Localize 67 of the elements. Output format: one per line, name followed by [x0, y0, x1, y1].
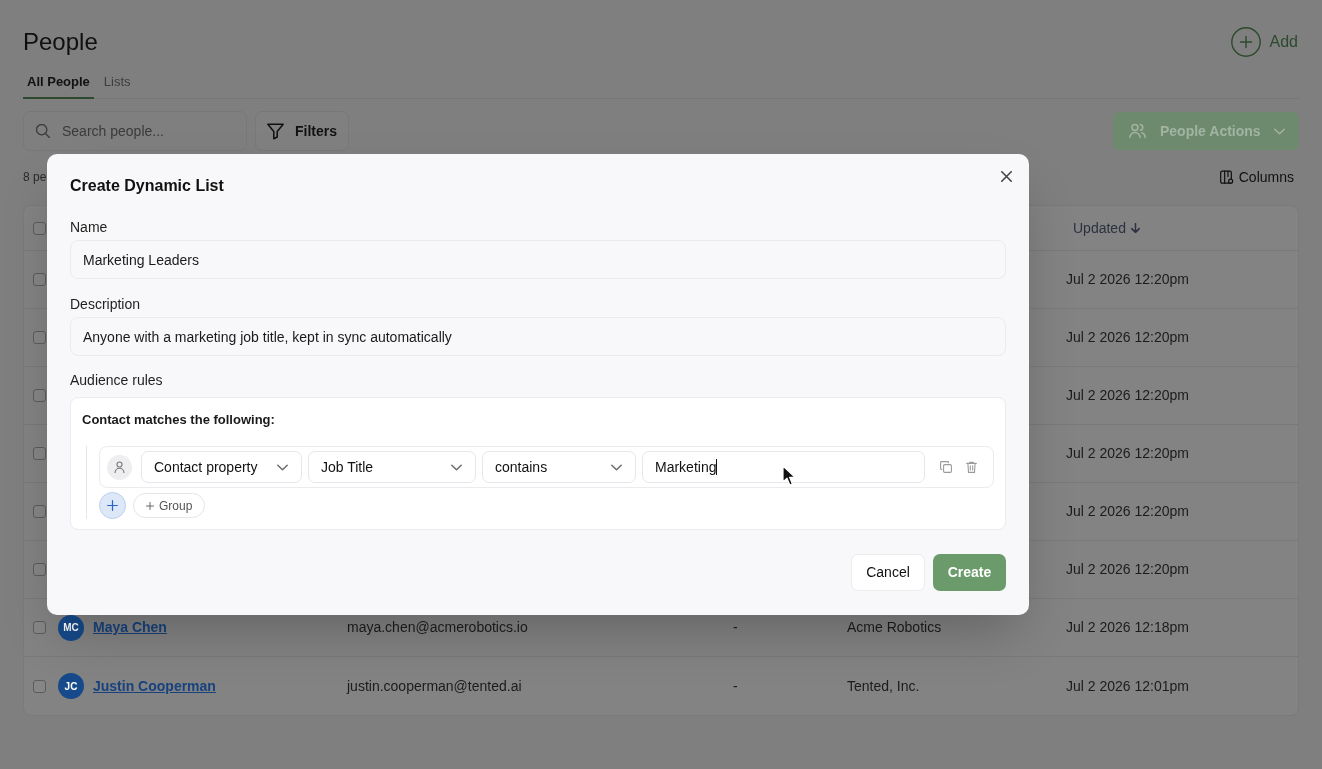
filters-button[interactable]: Filters — [255, 111, 349, 151]
checkbox[interactable] — [33, 679, 46, 693]
table-cell-text: Jul 2 2026 12:20pm — [1066, 444, 1189, 463]
table-cell-text: - — [733, 618, 738, 637]
table-cell-text: Tented, Inc. — [847, 676, 920, 696]
table-cell-text: Jul 2 2026 12:01pm — [1066, 676, 1189, 696]
search-icon — [36, 124, 50, 138]
tab[interactable]: All People — [23, 67, 94, 99]
copy-icon[interactable] — [940, 461, 952, 473]
table-cell-text: maya.chen@acmerobotics.io — [347, 618, 528, 637]
add-button[interactable]: Add — [1230, 27, 1299, 57]
person-link[interactable]: Maya Chen — [93, 617, 167, 638]
tab[interactable]: Lists — [99, 67, 135, 99]
filter-icon — [267, 122, 284, 140]
search-field[interactable]: Search people... — [23, 111, 247, 151]
dialog-title: Create Dynamic List — [70, 176, 225, 196]
value-input[interactable]: Marketing — [642, 451, 925, 483]
plus-icon — [146, 501, 154, 510]
source-select[interactable]: Contact property — [141, 451, 302, 483]
text-cursor-icon — [716, 459, 718, 475]
checkbox[interactable] — [33, 331, 46, 344]
column-header[interactable]: Updated — [1073, 217, 1140, 239]
checkbox[interactable] — [33, 273, 46, 286]
text-input[interactable]: Marketing Leaders — [70, 240, 1006, 279]
table-cell-text: - — [733, 676, 738, 696]
operator-select[interactable]: contains — [482, 451, 636, 483]
table-cell-text: Jul 2 2026 12:20pm — [1066, 386, 1189, 405]
text-input[interactable]: Anyone with a marketing job title, kept in sync automatically — [70, 317, 1006, 356]
cancel-button[interactable]: Cancel — [851, 554, 925, 591]
table-cell-text: Jul 2 2026 12:18pm — [1066, 618, 1189, 637]
chevron-down-icon — [611, 463, 622, 471]
field-label: Description — [70, 295, 142, 313]
chevron-down-icon — [277, 463, 288, 471]
field-label: Audience rules — [70, 371, 164, 389]
checkbox[interactable] — [33, 621, 46, 634]
checkbox[interactable] — [33, 563, 46, 576]
chevron-down-icon — [1274, 127, 1285, 135]
avatar: JC — [58, 673, 84, 699]
chevron-down-icon — [451, 463, 462, 471]
page-title: People — [23, 27, 98, 57]
table-cell-text: Jul 2 2026 12:20pm — [1066, 270, 1189, 289]
table-cell-text: justin.cooperman@tented.ai — [347, 676, 522, 696]
create-button[interactable]: Create — [933, 554, 1006, 591]
checkbox[interactable] — [33, 221, 46, 235]
close-icon[interactable] — [1001, 171, 1012, 182]
checkbox[interactable] — [33, 447, 46, 460]
table-cell-text: Acme Robotics — [847, 618, 942, 637]
table-cell-text: Jul 2 2026 12:20pm — [1066, 328, 1189, 347]
plus-circle-icon[interactable] — [1230, 27, 1261, 57]
table-cell-text: Jul 2 2026 12:20pm — [1066, 560, 1189, 579]
avatar: MC — [58, 614, 84, 641]
person-icon — [107, 454, 132, 480]
count-text: 8 pe — [23, 169, 47, 186]
table-cell-text: Jul 2 2026 12:20pm — [1066, 502, 1189, 521]
checkbox[interactable] — [33, 389, 46, 402]
checkbox[interactable] — [33, 505, 46, 518]
trash-icon[interactable] — [966, 461, 977, 473]
rules-heading: Contact matches the following: — [82, 412, 276, 428]
person-link[interactable]: Justin Cooperman — [93, 675, 216, 697]
add-condition-button[interactable] — [99, 492, 126, 519]
add-group-button[interactable]: Group — [133, 493, 206, 518]
columns-icon — [1219, 169, 1234, 185]
property-select[interactable]: Job Title — [308, 451, 476, 483]
users-icon — [1129, 123, 1146, 139]
field-label: Name — [70, 218, 109, 236]
plus-icon — [107, 500, 118, 511]
columns-button[interactable]: Columns — [1219, 166, 1294, 188]
